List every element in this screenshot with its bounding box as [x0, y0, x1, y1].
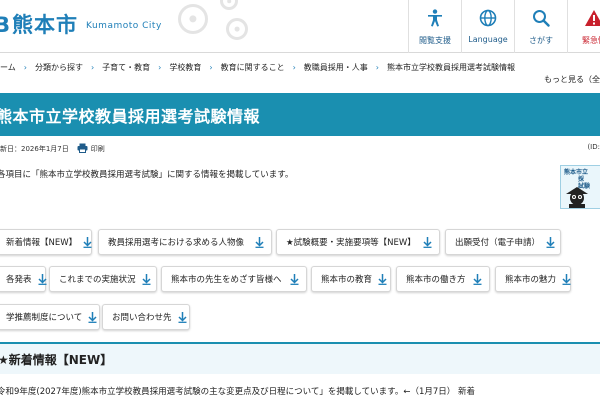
print-button[interactable]: 印刷: [77, 143, 105, 155]
anchor-link-label: ★試験概要・実施要項等【NEW】: [286, 238, 416, 248]
anchor-link-news[interactable]: 新着情報【NEW】: [0, 229, 92, 255]
anchor-link-label: 出願受付（電子申請）: [455, 238, 541, 248]
language-button[interactable]: Language: [461, 0, 514, 53]
arrow-down-icon: [546, 236, 555, 248]
search-button[interactable]: さがす: [514, 0, 567, 53]
accessibility-label: 閲覧支援: [419, 36, 451, 45]
film-reel-decoration: [178, 4, 208, 34]
chevron-right-icon: ›: [292, 62, 296, 72]
arrow-down-icon: [255, 236, 264, 248]
globe-icon: [479, 9, 497, 31]
accessibility-icon: [427, 9, 443, 31]
warning-icon: [584, 9, 600, 31]
anchor-link-label: 教員採用選考における求める人物像: [108, 238, 245, 248]
anchor-link-appeal[interactable]: 熊本市の魅力: [495, 266, 571, 292]
printer-icon: [77, 143, 88, 155]
breadcrumb-item[interactable]: 子育て・教育: [102, 62, 150, 73]
anchor-link-label: これまでの実施状況: [59, 275, 136, 285]
page-title: 熊本市立学校教員採用選考試験情報: [0, 106, 261, 126]
language-label: Language: [468, 35, 508, 44]
anchor-link-label: 熊本市の魅力: [505, 275, 557, 285]
page-meta: 新日：2026年1月7日 印刷: [0, 143, 105, 155]
arrow-down-icon: [290, 273, 299, 285]
banner-text: 採: [578, 176, 585, 183]
page-title-bar: 熊本市立学校教員採用選考試験情報: [0, 93, 600, 136]
anchor-link-contact[interactable]: お問い合わせ先: [102, 304, 190, 330]
film-reel-decoration: [226, 18, 248, 40]
print-label: 印刷: [90, 145, 105, 153]
anchor-link-label: 熊本市の先生をめざす皆様へ: [171, 275, 282, 285]
anchor-link-education[interactable]: 熊本市の教育: [311, 266, 391, 292]
section-title: ★新着情報【NEW】: [0, 352, 113, 367]
arrow-down-icon: [562, 273, 571, 285]
film-reel-decoration: [220, 0, 238, 10]
chevron-right-icon: ›: [23, 62, 27, 72]
arrow-down-icon: [37, 273, 47, 285]
anchor-link-application[interactable]: 出願受付（電子申請）: [445, 229, 561, 255]
logo-mark: B: [0, 13, 11, 37]
updated-date: 新日：2026年1月7日: [0, 145, 69, 153]
logo-text: 熊本市: [12, 13, 79, 37]
mascot-banner[interactable]: 熊本市立 採 試験: [560, 165, 600, 209]
arrow-down-icon: [88, 311, 97, 323]
intro-text: 各項目に「熊本市立学校教員採用選考試験」に関する情報を掲載しています。: [0, 170, 294, 180]
page-id: (ID:: [587, 143, 600, 151]
breadcrumb-item[interactable]: 教育に関すること: [221, 62, 285, 73]
arrow-down-icon: [177, 311, 187, 323]
anchor-link-exam-overview[interactable]: ★試験概要・実施要項等【NEW】: [276, 229, 440, 255]
anchor-link-label: お問い合わせ先: [112, 313, 172, 323]
logo-subtitle: Kumamoto City: [86, 21, 162, 31]
arrow-down-icon: [378, 273, 387, 285]
arrow-down-icon: [423, 236, 432, 248]
anchor-link-past-results[interactable]: これまでの実施状況: [49, 266, 157, 292]
anchor-link-announcements[interactable]: 各発表: [0, 266, 47, 292]
breadcrumb-item[interactable]: 教職員採用・人事: [304, 62, 368, 73]
emergency-label: 緊急情: [582, 36, 600, 45]
chevron-right-icon: ›: [158, 62, 162, 72]
header-decoration: [160, 0, 410, 53]
anchor-link-work-style[interactable]: 熊本市の働き方: [396, 266, 490, 292]
section-header-news: ★新着情報【NEW】: [0, 342, 600, 374]
anchor-link-ideal-candidate[interactable]: 教員採用選考における求める人物像: [98, 229, 272, 255]
emergency-button[interactable]: 緊急情: [567, 0, 600, 53]
chevron-right-icon: ›: [375, 62, 379, 72]
more-link[interactable]: もっと見る（全: [544, 74, 600, 85]
chevron-right-icon: ›: [209, 62, 213, 72]
anchor-link-label: 新着情報【NEW】: [6, 238, 78, 248]
arrow-down-icon: [141, 273, 151, 285]
news-item[interactable]: 令和9年度(2027年度)熊本市立学校教員採用選考試験の主な変更点及び日程につい…: [0, 385, 475, 397]
breadcrumb-item[interactable]: ーム: [0, 62, 16, 73]
search-label: さがす: [529, 36, 553, 45]
anchor-link-label: 学推薦制度について: [6, 313, 83, 323]
breadcrumb: ーム › 分類から探す › 子育て・教育 › 学校教育 › 教育に関すること ›…: [0, 58, 600, 76]
site-logo[interactable]: B 熊本市 Kumamoto City: [0, 9, 162, 39]
site-header: B 熊本市 Kumamoto City 閲覧支援 Language さがす 緊急: [0, 0, 600, 53]
arrow-down-icon: [83, 236, 92, 248]
breadcrumb-current: 熊本市立学校教員採用選考試験情報: [386, 62, 515, 72]
chevron-right-icon: ›: [90, 62, 95, 72]
anchor-link-label: 熊本市の教育: [321, 275, 373, 285]
banner-text: 熊本市立: [564, 169, 589, 176]
anchor-link-aspiring-teachers[interactable]: 熊本市の先生をめざす皆様へ: [161, 266, 307, 292]
anchor-link-label: 熊本市の働き方: [406, 275, 466, 285]
breadcrumb-item[interactable]: 学校教育: [169, 62, 201, 73]
arrow-down-icon: [473, 273, 482, 285]
search-icon: [532, 9, 550, 31]
accessibility-button[interactable]: 閲覧支援: [408, 0, 461, 53]
anchor-link-recommendation[interactable]: 学推薦制度について: [0, 304, 100, 330]
anchor-link-label: 各発表: [6, 275, 32, 285]
header-nav: 閲覧支援 Language さがす 緊急情: [408, 0, 600, 53]
breadcrumb-item[interactable]: 分類から探す: [35, 62, 83, 73]
